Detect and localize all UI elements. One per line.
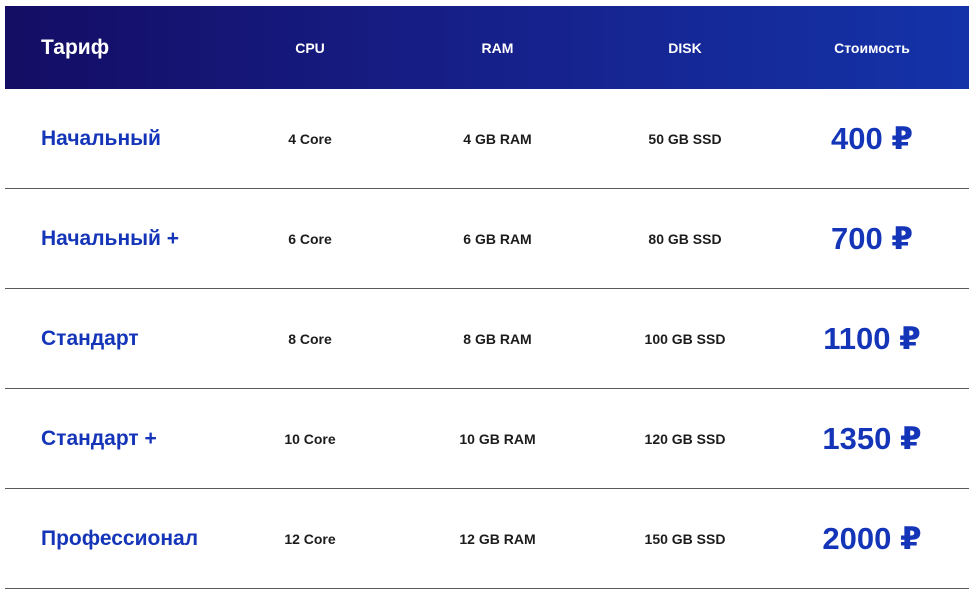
plan-disk: 100 GB SSD	[644, 330, 726, 347]
plan-ram: 12 GB RAM	[459, 530, 536, 547]
header-price: Стоимость	[834, 39, 910, 56]
header-ram: RAM	[481, 39, 514, 56]
plan-disk: 150 GB SSD	[644, 530, 726, 547]
plan-price: 1350 ₽	[822, 420, 922, 456]
pricing-table: Тариф CPU RAM DISK Стоимость Начальный 4…	[5, 6, 969, 589]
plan-ram: 6 GB RAM	[463, 230, 532, 247]
plan-disk: 50 GB SSD	[648, 130, 722, 147]
header-cpu: CPU	[295, 39, 325, 56]
plan-name: Начальный	[41, 126, 161, 150]
plan-disk: 120 GB SSD	[644, 430, 726, 447]
table-row: Начальный + 6 Core 6 GB RAM 80 GB SSD 70…	[5, 189, 969, 289]
plan-name: Начальный +	[41, 226, 180, 250]
plan-cpu: 6 Core	[288, 230, 332, 247]
plan-ram: 10 GB RAM	[459, 430, 536, 447]
header-disk: DISK	[668, 39, 702, 56]
plan-cpu: 8 Core	[288, 330, 332, 347]
table-row: Стандарт + 10 Core 10 GB RAM 120 GB SSD …	[5, 389, 969, 489]
plan-price: 400 ₽	[831, 120, 913, 156]
plan-cpu: 4 Core	[288, 130, 332, 147]
plan-price: 2000 ₽	[822, 520, 922, 556]
plan-disk: 80 GB SSD	[648, 230, 722, 247]
plan-name: Стандарт +	[41, 426, 157, 450]
plan-name: Профессионал	[41, 526, 199, 550]
plan-cpu: 10 Core	[284, 430, 336, 447]
table-header: Тариф CPU RAM DISK Стоимость	[5, 6, 969, 89]
plan-price: 700 ₽	[831, 220, 913, 256]
plan-ram: 4 GB RAM	[463, 130, 532, 147]
table-row: Стандарт 8 Core 8 GB RAM 100 GB SSD 1100…	[5, 289, 969, 389]
plan-cpu: 12 Core	[284, 530, 336, 547]
plan-ram: 8 GB RAM	[463, 330, 532, 347]
header-tariff: Тариф	[41, 35, 110, 59]
plan-price: 1100 ₽	[823, 320, 921, 356]
plan-name: Стандарт	[41, 326, 139, 350]
table-row: Профессионал 12 Core 12 GB RAM 150 GB SS…	[5, 489, 969, 589]
table-row: Начальный 4 Core 4 GB RAM 50 GB SSD 400 …	[5, 89, 969, 189]
